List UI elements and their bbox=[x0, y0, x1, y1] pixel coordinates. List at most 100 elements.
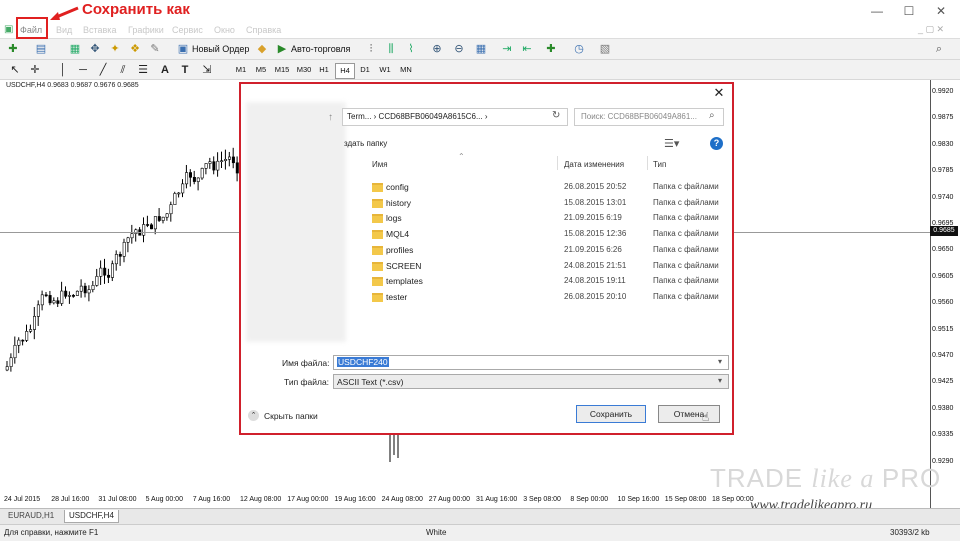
filetype-select[interactable]: ASCII Text (*.csv) ▾ bbox=[333, 374, 729, 389]
dialog-close-button[interactable]: ✕ bbox=[708, 84, 730, 102]
menu-help[interactable]: Справка bbox=[246, 22, 281, 38]
tile-windows-icon[interactable]: ▦ bbox=[474, 42, 488, 56]
candle-body bbox=[220, 160, 224, 163]
auto-trading-button[interactable]: Авто-торговля bbox=[291, 41, 350, 57]
file-name: history bbox=[386, 198, 412, 208]
horizontal-line-icon[interactable]: ─ bbox=[76, 63, 90, 77]
channel-icon[interactable]: ⫽ bbox=[116, 63, 130, 77]
hide-folders-button[interactable]: Скрыть папки bbox=[264, 411, 318, 421]
candle-body bbox=[130, 233, 134, 239]
candle-body bbox=[192, 176, 196, 182]
column-type[interactable]: Тип bbox=[653, 160, 666, 169]
crosshair-icon[interactable]: ✛ bbox=[28, 63, 42, 77]
folder-icon bbox=[372, 230, 383, 239]
arrows-icon[interactable]: ⇲ bbox=[200, 63, 214, 77]
save-button[interactable]: Сохранить bbox=[576, 405, 646, 423]
zoom-out-icon[interactable]: ⊖ bbox=[452, 42, 466, 56]
candle-body bbox=[231, 156, 235, 164]
navigator-icon[interactable]: ✥ bbox=[88, 42, 102, 56]
tab-euraud-h1[interactable]: EURAUD,H1 bbox=[4, 510, 58, 522]
time-tick-label: 24 Jul 2015 bbox=[4, 496, 41, 503]
menu-charts[interactable]: Графики bbox=[128, 22, 164, 38]
candle-body bbox=[185, 172, 189, 185]
candle-body bbox=[153, 216, 157, 230]
profiles-icon[interactable]: ▤ bbox=[34, 42, 48, 56]
menu-view[interactable]: Вид bbox=[56, 22, 72, 38]
trendline-icon[interactable]: ╱ bbox=[96, 63, 110, 77]
hide-folders-icon[interactable]: ⌃ bbox=[248, 410, 259, 421]
filetype-dropdown-icon[interactable]: ▾ bbox=[718, 376, 722, 385]
up-folder-icon[interactable]: ↑ bbox=[328, 112, 333, 123]
zoom-in-icon[interactable]: ⊕ bbox=[430, 42, 444, 56]
autoscroll-icon[interactable]: ⇥ bbox=[500, 42, 514, 56]
tester-icon[interactable]: ❖ bbox=[128, 42, 142, 56]
price-tick-label: 0.9785 bbox=[932, 167, 954, 175]
search-icon[interactable]: ⌕ bbox=[932, 42, 946, 56]
candle-body bbox=[87, 289, 91, 294]
column-date[interactable]: Дата изменения bbox=[564, 160, 624, 169]
candle-body bbox=[169, 204, 173, 215]
options-icon[interactable]: ✎ bbox=[148, 42, 162, 56]
new-chart-icon[interactable]: ✚ bbox=[6, 42, 20, 56]
view-options-icon[interactable]: ☰▾ bbox=[664, 137, 679, 150]
timeframe-w1[interactable]: W1 bbox=[377, 63, 393, 77]
time-tick-label: 27 Aug 00:00 bbox=[428, 496, 471, 503]
candle-body bbox=[9, 357, 13, 367]
timeframe-m30[interactable]: M30 bbox=[294, 63, 314, 77]
tab-usdchf-h4[interactable]: USDCHF,H4 bbox=[64, 510, 119, 523]
address-path: Term... › CCD68BFB06049A8615C6... › bbox=[347, 112, 488, 121]
address-bar[interactable]: Term... › CCD68BFB06049A8615C6... › bbox=[342, 108, 568, 126]
search-field[interactable]: Поиск: CCD68BFB06049A861... ⌕ bbox=[574, 108, 724, 126]
price-tick-label: 0.9380 bbox=[932, 404, 954, 412]
filename-input[interactable]: USDCHF240 ▾ bbox=[333, 355, 729, 370]
help-icon[interactable]: ? bbox=[710, 137, 723, 150]
cancel-button[interactable]: Отмена bbox=[658, 405, 720, 423]
time-tick-label: 31 Aug 16:00 bbox=[476, 496, 518, 503]
fibonacci-icon[interactable]: ☰ bbox=[136, 63, 150, 77]
column-name[interactable]: Имя bbox=[372, 160, 388, 169]
bar-chart-icon[interactable]: ⫶ bbox=[364, 42, 378, 56]
metaeditor-icon[interactable]: ◆ bbox=[255, 42, 269, 56]
indicators-icon[interactable]: ✚ bbox=[544, 42, 558, 56]
terminal-icon[interactable]: ✦ bbox=[108, 42, 122, 56]
timeframe-mn[interactable]: MN bbox=[397, 63, 415, 77]
menu-window[interactable]: Окно bbox=[214, 22, 235, 38]
candle-body bbox=[52, 300, 56, 304]
timeframe-m5[interactable]: M5 bbox=[252, 63, 270, 77]
mdi-controls[interactable]: _ ▢ ✕ bbox=[918, 24, 944, 35]
periods-icon[interactable]: ◷ bbox=[572, 42, 586, 56]
vertical-line-icon[interactable]: │ bbox=[56, 63, 70, 77]
refresh-icon[interactable]: ↻ bbox=[552, 110, 560, 121]
symbol-info: USDCHF,H4 0.9683 0.9687 0.9676 0.9685 bbox=[6, 82, 139, 89]
candle-body bbox=[44, 294, 48, 297]
new-order-button[interactable]: Новый Ордер bbox=[192, 41, 249, 57]
cursor-icon[interactable]: ↖ bbox=[8, 63, 22, 77]
timeframe-h1[interactable]: H1 bbox=[316, 63, 332, 77]
new-folder-button[interactable]: здать папку bbox=[344, 139, 387, 148]
timeframe-m1[interactable]: M1 bbox=[232, 63, 250, 77]
text-label-icon[interactable]: T bbox=[178, 63, 192, 77]
chart-shift-icon[interactable]: ⇤ bbox=[520, 42, 534, 56]
menu-insert[interactable]: Вставка bbox=[83, 22, 116, 38]
timeframe-h4[interactable]: H4 bbox=[335, 63, 355, 79]
navigation-pane[interactable] bbox=[246, 102, 346, 342]
close-window-button[interactable]: ✕ bbox=[926, 2, 956, 20]
timeframe-d1[interactable]: D1 bbox=[357, 63, 373, 77]
timeframe-m15[interactable]: M15 bbox=[272, 63, 292, 77]
file-type: Папка с файлами bbox=[653, 276, 719, 285]
candle-body bbox=[146, 224, 150, 226]
candlestick-icon[interactable]: ⫼ bbox=[384, 42, 398, 56]
annotation-arrow bbox=[50, 6, 79, 20]
menu-tools[interactable]: Сервис bbox=[172, 22, 203, 38]
minimize-button[interactable]: — bbox=[862, 2, 892, 20]
market-watch-icon[interactable]: ▦ bbox=[68, 42, 82, 56]
maximize-button[interactable]: ☐ bbox=[894, 2, 924, 20]
mouse-cursor-icon: ☝ bbox=[702, 410, 710, 424]
annotation-highlight-box bbox=[16, 17, 48, 39]
file-type: Папка с файлами bbox=[653, 182, 719, 191]
filename-dropdown-icon[interactable]: ▾ bbox=[718, 357, 722, 366]
text-tool-icon[interactable]: A bbox=[158, 63, 172, 77]
templates-icon[interactable]: ▧ bbox=[598, 42, 612, 56]
line-chart-icon[interactable]: ⌇ bbox=[404, 42, 418, 56]
candle-body bbox=[60, 290, 64, 304]
